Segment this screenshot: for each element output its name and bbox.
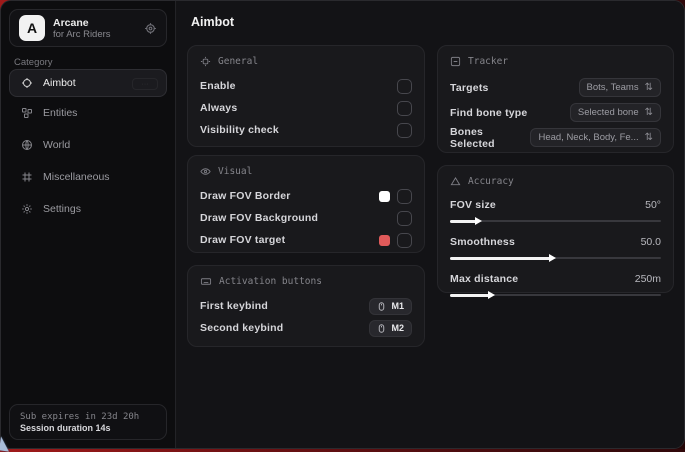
smoothness-slider[interactable]	[450, 253, 661, 263]
fov-background-checkbox[interactable]	[397, 211, 412, 226]
sidebar-item-settings[interactable]: Settings	[9, 195, 167, 223]
sidebar-item-label: World	[43, 139, 70, 151]
activation-card: Activation buttons First keybind M1 Seco…	[187, 265, 425, 347]
card-title: Tracker	[468, 56, 508, 67]
app-logo: A	[19, 15, 45, 41]
setting-row-always: Always	[200, 97, 412, 119]
fov-size-value: 50°	[645, 199, 661, 211]
sub-expiry-text: Sub expires in 23d 20h	[20, 412, 156, 422]
tracker-icon	[450, 56, 461, 67]
brand-header: A Arcane for Arc Riders	[9, 9, 167, 47]
setting-row-fov-background: Draw FOV Background	[200, 207, 412, 229]
main-panel: Aimbot General Enable Always Visibili	[177, 1, 684, 448]
sidebar-item-label: Miscellaneous	[43, 171, 110, 183]
setting-row-bones-selected: Bones Selected Head, Neck, Body, Fe... ⇅	[450, 125, 661, 150]
fov-target-color-swatch[interactable]	[379, 235, 390, 246]
setting-row-enable: Enable	[200, 75, 412, 97]
bones-selected-dropdown[interactable]: Head, Neck, Body, Fe... ⇅	[530, 128, 661, 147]
setting-row-visibility-check: Visibility check	[200, 119, 412, 141]
settings-gear-icon	[20, 203, 34, 215]
first-keybind-button[interactable]: M1	[369, 298, 412, 315]
subscription-box: Sub expires in 23d 20h Session duration …	[9, 404, 167, 440]
keyboard-icon	[200, 276, 212, 287]
app-window: A Arcane for Arc Riders Category	[0, 0, 685, 449]
updown-arrows-icon: ⇅	[645, 82, 653, 93]
brand-subtitle: for Arc Riders	[53, 29, 111, 40]
sidebar-item-label: Settings	[43, 203, 81, 215]
slider-row-max-distance: Max distance 250m	[450, 269, 661, 300]
slider-thumb[interactable]	[549, 254, 556, 262]
globe-icon	[20, 139, 34, 151]
smoothness-value: 50.0	[641, 236, 661, 248]
fov-border-checkbox[interactable]	[397, 189, 412, 204]
category-label: Category	[14, 57, 53, 68]
general-card: General Enable Always Visibility check	[187, 45, 425, 147]
sidebar-item-miscellaneous[interactable]: Miscellaneous	[9, 163, 167, 191]
find-bone-type-dropdown[interactable]: Selected bone ⇅	[570, 103, 661, 122]
accuracy-icon	[450, 176, 461, 187]
sidebar-item-label: Entities	[43, 107, 77, 119]
sidebar-item-entities[interactable]: Entities	[9, 99, 167, 127]
mouse-icon	[377, 323, 386, 334]
fov-target-checkbox[interactable]	[397, 233, 412, 248]
card-title: Visual	[218, 166, 252, 177]
mouse-cursor	[0, 436, 11, 451]
max-distance-slider[interactable]	[450, 290, 661, 300]
slider-row-smoothness: Smoothness 50.0	[450, 232, 661, 263]
brand-title: Arcane	[53, 17, 111, 29]
card-title: General	[218, 56, 258, 67]
max-distance-value: 250m	[635, 273, 661, 285]
mouse-icon	[377, 301, 386, 312]
card-title: Activation buttons	[219, 276, 322, 287]
entities-icon	[20, 107, 34, 119]
general-icon	[200, 56, 211, 67]
gear-icon[interactable]	[144, 22, 157, 35]
setting-row-fov-target: Draw FOV target	[200, 229, 412, 251]
slider-row-fov-size: FOV size 50°	[450, 195, 661, 226]
slider-thumb[interactable]	[475, 217, 482, 225]
card-title: Accuracy	[468, 176, 514, 187]
visibility-check-checkbox[interactable]	[397, 123, 412, 138]
accuracy-card: Accuracy FOV size 50° Smoothness 50.0	[437, 165, 674, 293]
page-title: Aimbot	[191, 15, 234, 29]
updown-arrows-icon: ⇅	[645, 132, 653, 143]
fov-size-slider[interactable]	[450, 216, 661, 226]
grid-icon	[20, 171, 34, 183]
setting-row-first-keybind: First keybind M1	[200, 295, 412, 317]
sidebar-item-aimbot[interactable]: Aimbot ···	[9, 69, 167, 97]
sidebar: A Arcane for Arc Riders Category	[1, 1, 176, 448]
setting-row-targets: Targets Bots, Teams ⇅	[450, 75, 661, 100]
updown-arrows-icon: ⇅	[645, 107, 653, 118]
sidebar-item-world[interactable]: World	[9, 131, 167, 159]
setting-row-find-bone-type: Find bone type Selected bone ⇅	[450, 100, 661, 125]
targets-dropdown[interactable]: Bots, Teams ⇅	[579, 78, 662, 97]
session-duration-text: Session duration 14s	[20, 423, 156, 433]
sidebar-nav: Aimbot ··· Entities World	[9, 69, 167, 227]
eye-icon	[200, 166, 211, 177]
sidebar-item-badge: ···	[132, 78, 158, 90]
enable-checkbox[interactable]	[397, 79, 412, 94]
setting-row-second-keybind: Second keybind M2	[200, 317, 412, 339]
second-keybind-button[interactable]: M2	[369, 320, 412, 337]
tracker-card: Tracker Targets Bots, Teams ⇅ Find bone …	[437, 45, 674, 153]
fov-border-color-swatch[interactable]	[379, 191, 390, 202]
slider-thumb[interactable]	[488, 291, 495, 299]
crosshair-icon	[20, 77, 34, 89]
visual-card: Visual Draw FOV Border Draw FOV Backgrou…	[187, 155, 425, 253]
setting-row-fov-border: Draw FOV Border	[200, 185, 412, 207]
always-checkbox[interactable]	[397, 101, 412, 116]
sidebar-item-label: Aimbot	[43, 77, 76, 89]
